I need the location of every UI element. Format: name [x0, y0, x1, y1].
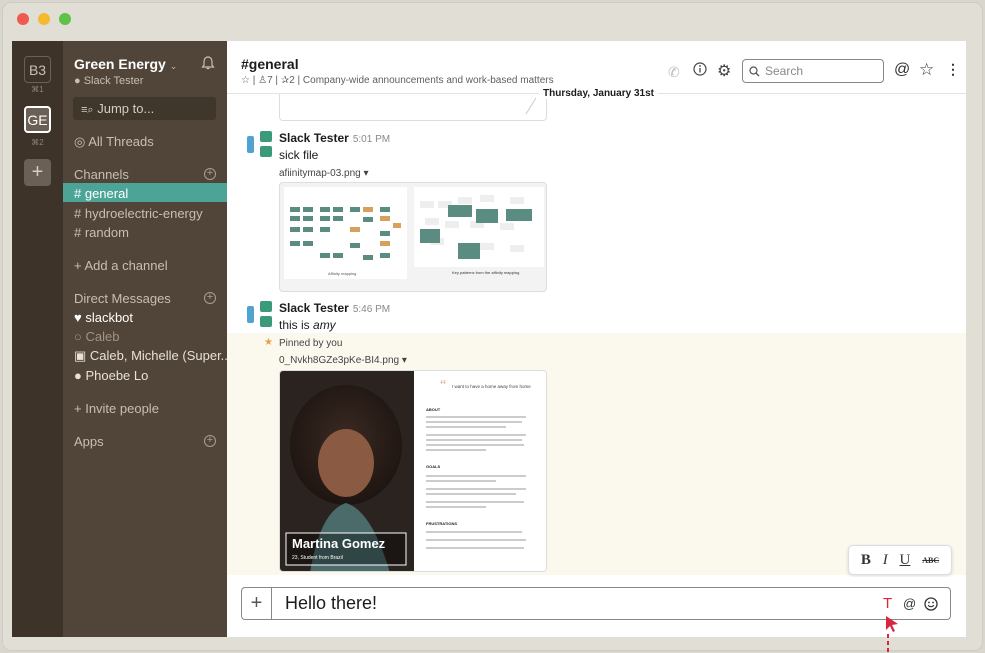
- threads-icon: ◎: [74, 134, 86, 149]
- pin-icon[interactable]: ✰: [281, 75, 289, 86]
- sidebar-channel-random[interactable]: # random: [74, 225, 129, 240]
- message-sender[interactable]: Slack Tester 5:01 PM: [279, 131, 390, 145]
- persona-section: FRUSTRATIONS: [426, 521, 457, 526]
- workspace-shortcut: ⌘2: [31, 138, 44, 147]
- affinity-map-image: Affinity mapping Key patterns from the a…: [284, 187, 544, 279]
- workspace-abbr: GE: [27, 111, 48, 128]
- image-attachment-persona[interactable]: Martina Gomez 23, Student from Brazil “ …: [279, 370, 547, 572]
- sidebar: Green Energy ⌄ ● Slack Tester ≡⌕ Jump to…: [63, 41, 232, 637]
- dm-slackbot[interactable]: ♥ slackbot: [74, 310, 133, 325]
- emoji-icon[interactable]: [924, 597, 938, 611]
- more-icon[interactable]: ⋮: [946, 61, 960, 78]
- message-composer[interactable]: + Hello there! T @: [241, 587, 951, 620]
- cursor-pointer-annotation: [886, 616, 898, 653]
- current-user: ● Slack Tester: [74, 75, 144, 87]
- message-input[interactable]: Hello there!: [285, 593, 377, 614]
- apps-header[interactable]: Apps: [74, 434, 104, 449]
- member-count[interactable]: 7: [267, 75, 273, 86]
- image-caption: Affinity mapping: [328, 271, 356, 276]
- format-toolbar: B I U ABC: [848, 545, 952, 575]
- dm-group-caleb-michelle[interactable]: ▣ Caleb, Michelle (Super...: [74, 348, 232, 364]
- star-icon[interactable]: ☆: [241, 75, 250, 86]
- message-time[interactable]: 5:01 PM: [353, 134, 390, 145]
- previous-attachment[interactable]: [279, 94, 547, 121]
- workspace-switch-ge[interactable]: GE: [24, 106, 51, 133]
- workspace-switch-b3[interactable]: B3: [24, 56, 51, 83]
- message-sender[interactable]: Slack Tester 5:46 PM: [279, 301, 390, 315]
- strikethrough-button[interactable]: ABC: [922, 556, 939, 565]
- channel-title[interactable]: #general: [241, 56, 299, 72]
- quote-icon: “: [440, 378, 446, 393]
- persona-name: Martina Gomez: [292, 536, 386, 551]
- minimize-window-button[interactable]: [38, 13, 50, 25]
- persona-subtitle: 23, Student from Brazil: [292, 555, 343, 561]
- pinned-star-icon: ★: [264, 337, 273, 348]
- channel-topic[interactable]: Company-wide announcements and work-base…: [303, 75, 554, 86]
- italic-button[interactable]: I: [883, 552, 888, 569]
- workspace-shortcut: ⌘1: [31, 85, 44, 94]
- mention-icon[interactable]: @: [903, 596, 916, 611]
- format-text-icon[interactable]: T: [883, 595, 892, 612]
- channel-meta: ☆ | ♙7 | ✰2 | Company-wide announcements…: [241, 75, 554, 86]
- members-icon[interactable]: ♙: [258, 75, 267, 86]
- workspace-name[interactable]: Green Energy ⌄: [74, 56, 177, 72]
- file-name[interactable]: afiinitymap-03.png ▾: [279, 168, 369, 179]
- message-text: sick file: [279, 148, 319, 162]
- persona-image: Martina Gomez 23, Student from Brazil “ …: [280, 371, 531, 571]
- sidebar-channel-general[interactable]: # general: [74, 186, 128, 201]
- channels-header[interactable]: Channels: [74, 167, 129, 182]
- bell-icon[interactable]: [201, 56, 215, 71]
- gear-icon[interactable]: ⚙: [717, 61, 731, 81]
- window-controls: [17, 13, 71, 25]
- message-time[interactable]: 5:46 PM: [353, 304, 390, 315]
- persona-section: GOALS: [426, 464, 441, 469]
- sidebar-channel-hydroelectric-energy[interactable]: # hydroelectric-energy: [74, 206, 203, 221]
- starred-icon[interactable]: ☆: [919, 60, 934, 80]
- add-channel-link[interactable]: + Add a channel: [74, 258, 168, 273]
- all-threads-link[interactable]: ◎ All Threads: [74, 134, 154, 150]
- date-divider: Thursday, January 31st: [539, 88, 658, 99]
- attachment-edge-icon: [525, 97, 537, 115]
- direct-messages-header[interactable]: Direct Messages: [74, 291, 171, 306]
- pin-count[interactable]: 2: [289, 75, 295, 86]
- persona-quote: I want to have a home away from home: [452, 384, 531, 389]
- chevron-down-icon: ⌄: [169, 61, 178, 71]
- avatar[interactable]: [247, 301, 274, 328]
- channel-view: #general ☆ | ♙7 | ✰2 | Company-wide anno…: [227, 41, 966, 637]
- search-icon: [749, 66, 760, 77]
- persona-section: ABOUT: [426, 407, 441, 412]
- maximize-window-button[interactable]: [59, 13, 71, 25]
- dm-caleb[interactable]: ○ Caleb: [74, 329, 119, 344]
- bold-button[interactable]: B: [861, 552, 871, 569]
- phone-icon[interactable]: ✆: [668, 64, 680, 81]
- pinned-label: Pinned by you: [279, 338, 343, 349]
- workspace-abbr: B3: [28, 61, 47, 78]
- add-dm-icon[interactable]: +: [204, 292, 216, 304]
- add-channel-icon[interactable]: +: [204, 168, 216, 180]
- mentions-icon[interactable]: @: [894, 61, 910, 79]
- add-app-icon[interactable]: +: [204, 435, 216, 447]
- close-window-button[interactable]: [17, 13, 29, 25]
- add-workspace-button[interactable]: +: [24, 159, 51, 186]
- workspace-rail: B3 ⌘1 GE ⌘2 +: [12, 41, 63, 637]
- image-attachment-affinity[interactable]: Affinity mapping Key patterns from the a…: [279, 182, 547, 292]
- underline-button[interactable]: U: [900, 552, 911, 569]
- dm-phoebe-lo[interactable]: ● Phoebe Lo: [74, 368, 148, 383]
- avatar[interactable]: [247, 131, 274, 158]
- search-input[interactable]: Search: [742, 59, 884, 83]
- jump-to-button[interactable]: ≡⌕ Jump to...: [73, 97, 216, 120]
- jump-icon: ≡⌕: [81, 104, 94, 116]
- slack-app: B3 ⌘1 GE ⌘2 + Green Energy ⌄ ● Slack Tes…: [12, 41, 966, 637]
- attach-plus-button[interactable]: +: [242, 588, 272, 619]
- info-icon[interactable]: [693, 62, 707, 79]
- invite-people-link[interactable]: + Invite people: [74, 401, 159, 416]
- image-caption: Key patterns from the affinity mapping: [452, 270, 519, 275]
- file-name[interactable]: 0_Nvkh8GZe3pKe-BI4.png ▾: [279, 355, 407, 366]
- message-text: this is amy: [279, 318, 336, 332]
